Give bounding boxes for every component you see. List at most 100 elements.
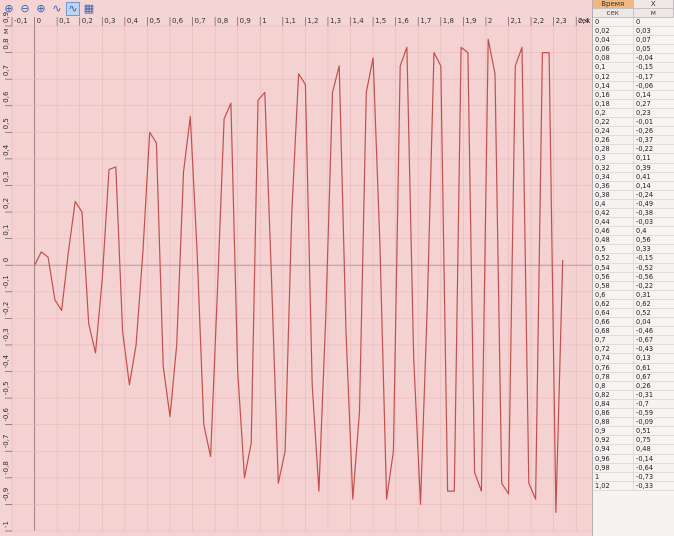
table-cell: 0,06 [595, 45, 610, 54]
table-row[interactable]: 0,98 -0,64 [593, 463, 674, 473]
x-tick-label: 1,5 [375, 17, 386, 25]
x-tick-label: 1,8 [443, 17, 454, 25]
table-row[interactable]: 0,08 -0,04 [593, 54, 674, 64]
table-cell: -0,15 [633, 63, 674, 72]
table-row[interactable]: 0,56 -0,56 [593, 272, 674, 282]
table-row[interactable]: 0,06 0,05 [593, 45, 674, 55]
table-row[interactable]: 0,6 0,31 [593, 290, 674, 300]
table-cell: 0,9 [595, 427, 606, 436]
table-row[interactable]: 0,38 -0,24 [593, 190, 674, 200]
y-tick-label: 0 [2, 258, 10, 262]
plot-panel[interactable]: ⊕ ⊖ ⊕ ∿ ∿ ▦ -0,1 0 0,1 0,2 0,3 0,4 0,5 0,6 0,7 0,8 0,9 1… [0, 0, 592, 536]
table-row[interactable]: 0,26 -0,37 [593, 136, 674, 146]
table-cell: 0,11 [633, 154, 674, 163]
table-row[interactable]: 0,2 0,23 [593, 108, 674, 119]
table-row[interactable]: 0,14 -0,06 [593, 81, 674, 91]
y-tick-label: 0,4 [2, 144, 10, 156]
table-cell: 0,12 [595, 72, 610, 81]
table-row[interactable]: 0,36 0,14 [593, 181, 674, 191]
zoom-out-icon[interactable]: ⊖ [18, 2, 32, 16]
table-cell: -0,56 [633, 272, 674, 281]
table-row[interactable]: 0,16 0,14 [593, 90, 674, 100]
table-row[interactable]: 0,54 -0,52 [593, 263, 674, 273]
zoom-fit-icon[interactable]: ⊕ [2, 2, 16, 16]
y-tick-label: -0,8 [2, 461, 10, 475]
table-row[interactable]: 0,22 -0,01 [593, 118, 674, 128]
table-row[interactable]: 0,74 0,13 [593, 354, 674, 364]
table-cell: -0,01 [633, 118, 674, 127]
y-tick-label: 0,2 [2, 198, 10, 209]
x-tick-label: -0,1 [14, 17, 28, 25]
x-tick-label: 1 [262, 17, 266, 25]
table-row[interactable]: 0,46 0,4 [593, 227, 674, 237]
table-row[interactable]: 0,94 0,48 [593, 445, 674, 455]
table-cell: 0,3 [595, 154, 606, 163]
x-tick-label: 1,9 [465, 17, 476, 25]
table-row[interactable]: 0,12 -0,17 [593, 72, 674, 82]
table-row[interactable]: 0,52 -0,15 [593, 254, 674, 264]
table-row[interactable]: 0,9 0,51 [593, 427, 674, 437]
table-row[interactable]: 0,62 0,62 [593, 299, 674, 309]
table-cell: -0,33 [633, 481, 674, 490]
table-header-row: Время X [593, 0, 674, 9]
table-cell: 0,54 [595, 263, 610, 272]
table-row[interactable]: 0,68 -0,46 [593, 327, 674, 337]
table-row[interactable]: 1,02 -0,33 [593, 481, 674, 491]
x-tick-label: 1,4 [353, 17, 365, 25]
x-tick-label: 0 [37, 17, 41, 25]
data-table[interactable]: Время X сек м 0 0 0,02 0,03 0,04 0,07 0,06 0,05… [592, 0, 674, 536]
table-row[interactable]: 0,32 0,39 [593, 163, 674, 173]
x-tick-label: 2,3 [556, 17, 567, 25]
table-row[interactable]: 0,72 -0,43 [593, 345, 674, 355]
series-line [34, 38, 564, 514]
table-row[interactable]: 0,78 0,67 [593, 372, 674, 382]
table-row[interactable]: 0,58 -0,22 [593, 281, 674, 291]
table-row[interactable]: 0,02 0,03 [593, 27, 674, 37]
y-tick-label: -0,7 [2, 435, 10, 449]
table-cell: -0,64 [633, 463, 674, 472]
table-row[interactable]: 0,7 -0,67 [593, 336, 674, 346]
x-tick-label: 1,7 [420, 17, 431, 25]
table-cell: 0,58 [595, 281, 610, 290]
table-row[interactable]: 0,44 -0,03 [593, 218, 674, 228]
zoom-in-icon[interactable]: ⊕ [34, 2, 48, 16]
table-row[interactable]: 0,18 0,27 [593, 99, 674, 109]
time-column-header[interactable]: Время [593, 0, 634, 9]
table-row[interactable]: 0,88 -0,09 [593, 418, 674, 428]
table-cell: -0,31 [633, 390, 674, 399]
table-row[interactable]: 0,42 -0,38 [593, 208, 674, 219]
table-row[interactable]: 0,8 0,26 [593, 381, 674, 391]
table-row[interactable]: 0,82 -0,31 [593, 390, 674, 400]
waveform-chart[interactable]: -0,1 0 0,1 0,2 0,3 0,4 0,5 0,6 0,7 0,8 0,9 1 1,1 1,2 1… [0, 0, 592, 536]
table-cell: 0,6 [595, 290, 606, 299]
table-row[interactable]: 0,84 -0,7 [593, 399, 674, 410]
table-row[interactable]: 0,76 0,61 [593, 363, 674, 373]
table-cell: 0,39 [633, 163, 674, 172]
table-row[interactable]: 0,48 0,56 [593, 236, 674, 246]
table-row[interactable]: 0,92 0,75 [593, 436, 674, 446]
table-row[interactable]: 0,28 -0,22 [593, 145, 674, 155]
grid-icon[interactable]: ▦ [82, 2, 96, 16]
table-cell: 0,56 [595, 272, 610, 281]
table-row[interactable]: 0,64 0,52 [593, 309, 674, 319]
table-row[interactable]: 0,66 0,04 [593, 318, 674, 328]
x-column-header[interactable]: X [633, 0, 674, 9]
table-units-row: сек м [593, 9, 674, 18]
table-cell: 0,36 [595, 181, 610, 190]
table-row[interactable]: 0,34 0,41 [593, 172, 674, 182]
curve-mode-icon[interactable]: ∿ [66, 1, 80, 16]
table-cell: 0,62 [633, 299, 674, 308]
table-row[interactable]: 0,96 -0,14 [593, 454, 674, 464]
table-row[interactable]: 0,24 -0,26 [593, 127, 674, 137]
table-cell: -0,09 [633, 418, 674, 427]
table-row[interactable]: 00 [593, 18, 674, 28]
table-row[interactable]: 0,5 0,33 [593, 245, 674, 255]
table-row[interactable]: 0,86 -0,59 [593, 409, 674, 419]
table-row[interactable]: 0,3 0,11 [593, 154, 674, 164]
line-mode-icon[interactable]: ∿ [50, 2, 64, 16]
table-row[interactable]: 0,04 0,07 [593, 36, 674, 46]
table-row[interactable]: 0,1 -0,15 [593, 63, 674, 73]
table-row[interactable]: 0,4 -0,49 [593, 199, 674, 209]
table-row[interactable]: 1 -0,73 [593, 472, 674, 482]
table-cell: 0,88 [595, 418, 610, 427]
